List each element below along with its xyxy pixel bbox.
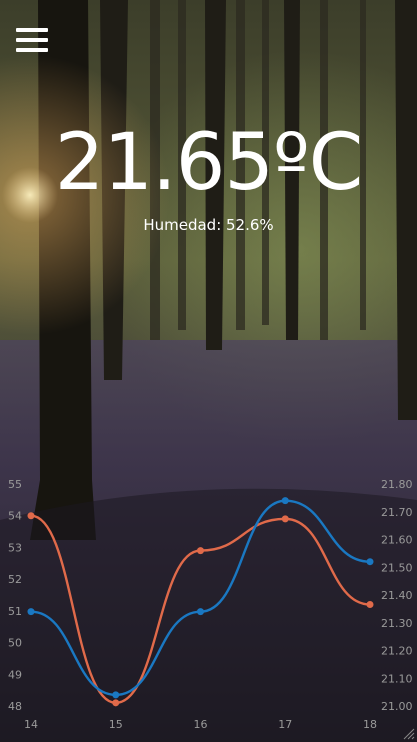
temperature-reading: 21.65ºC: [54, 118, 364, 208]
data-point-left: [27, 512, 35, 520]
x-tick-label: 14: [24, 718, 38, 731]
y-right-tick-label: 21.30: [381, 617, 413, 630]
series-line-right: [30, 499, 371, 697]
y-left-tick-label: 52: [8, 573, 22, 586]
y-right-tick-label: 21.00: [381, 700, 413, 713]
data-point-left: [112, 699, 120, 707]
data-point-left: [366, 601, 374, 609]
x-tick-label: 16: [194, 718, 208, 731]
y-right-tick-label: 21.60: [381, 534, 413, 547]
y-left-tick-label: 49: [8, 668, 22, 681]
y-right-tick-label: 21.40: [381, 589, 413, 602]
y-left-tick-label: 54: [8, 510, 22, 523]
y-right-tick-label: 21.70: [381, 506, 413, 519]
data-point-right: [197, 608, 204, 616]
y-left-tick-label: 55: [8, 478, 22, 491]
y-left-tick-label: 50: [8, 637, 22, 650]
y-right-tick-label: 21.80: [381, 478, 413, 491]
y-left-tick-label: 51: [8, 605, 22, 618]
menu-button[interactable]: [16, 28, 48, 52]
y-right-tick-label: 21.20: [381, 645, 413, 658]
y-left-tick-label: 53: [8, 541, 22, 554]
y-right-tick-label: 21.10: [381, 672, 413, 685]
data-point-left: [197, 547, 204, 555]
data-point-right: [366, 558, 374, 566]
x-tick-label: 18: [363, 718, 377, 731]
data-point-right: [112, 691, 120, 699]
history-chart: 48 49 50 51 52 53 54 55 21.00 21.10 21.20 21.30 21.4…: [8, 478, 413, 731]
x-tick-label: 17: [278, 718, 292, 731]
hamburger-menu-icon: [16, 28, 48, 32]
data-point-left: [281, 515, 289, 523]
data-point-right: [27, 608, 35, 616]
resize-handle-icon[interactable]: [403, 728, 415, 740]
y-right-tick-label: 21.50: [381, 561, 413, 574]
humidity-reading: Humedad: 52.6%: [143, 216, 274, 234]
data-point-right: [281, 497, 289, 505]
y-left-tick-label: 48: [8, 700, 22, 713]
x-tick-label: 15: [109, 718, 123, 731]
